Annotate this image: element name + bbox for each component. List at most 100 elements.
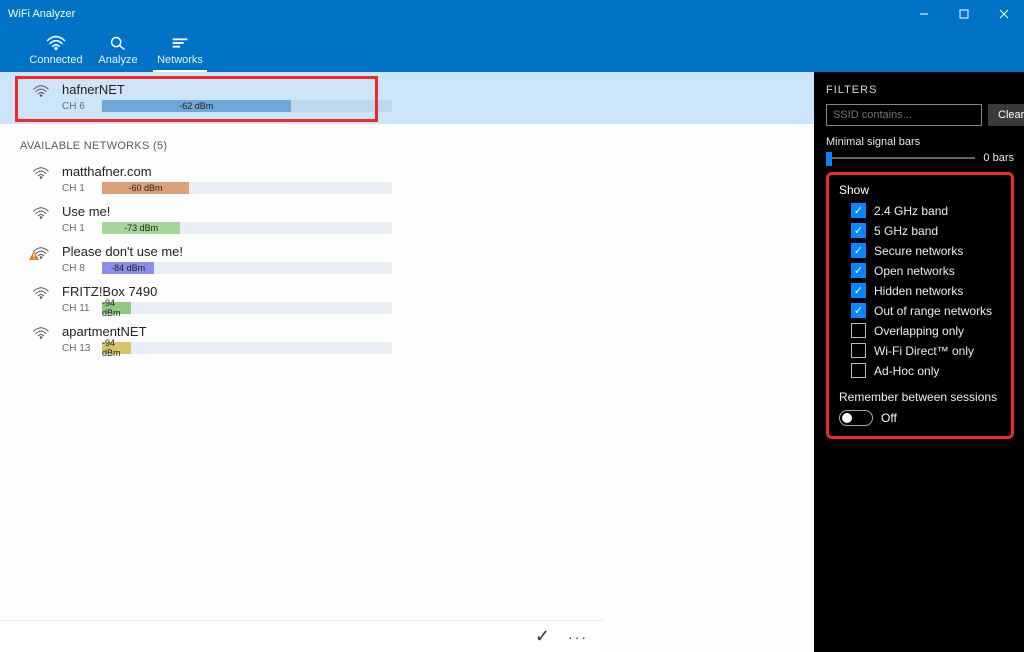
wifi-signal-icon xyxy=(32,326,54,345)
signal-value: -84 dBm xyxy=(111,263,145,273)
wifi-signal-icon xyxy=(32,206,54,225)
filter-option-label: Open networks xyxy=(874,264,955,278)
signal-bar-fill: -84 dBm xyxy=(102,262,154,274)
checkbox-icon xyxy=(851,363,866,378)
network-row[interactable]: matthafner.com CH 1 -60 dBm xyxy=(0,160,814,200)
filter-option[interactable]: ✓ Secure networks xyxy=(851,243,1005,258)
network-row[interactable]: Use me! CH 1 -73 dBm xyxy=(0,200,814,240)
main-panel: hafnerNET CH 6 -62 dBm AVAILABLE NETWORK… xyxy=(0,72,814,652)
bars-value: 0 bars xyxy=(983,152,1014,164)
filter-option-label: Overlapping only xyxy=(874,324,964,338)
filter-option-label: Ad-Hoc only xyxy=(874,364,939,378)
network-channel: CH 11 xyxy=(62,303,102,314)
signal-bar-fill: -94 dBm xyxy=(102,302,131,314)
filter-option-label: Out of range networks xyxy=(874,304,992,318)
filter-options: ✓ 2.4 GHz band ✓ 5 GHz band ✓ Secure networks… xyxy=(835,203,1005,378)
remember-label: Remember between sessions xyxy=(839,390,1005,404)
connected-network-row[interactable]: hafnerNET CH 6 -62 dBm xyxy=(0,72,814,124)
titlebar: WiFi Analyzer xyxy=(0,0,1024,28)
signal-bar-track: -84 dBm xyxy=(102,262,392,274)
app-title: WiFi Analyzer xyxy=(8,8,75,20)
ssid-filter-input[interactable] xyxy=(826,104,982,126)
network-row[interactable]: apartmentNET CH 13-94 dBm xyxy=(0,320,814,360)
network-ssid: apartmentNET xyxy=(62,324,794,339)
confirm-icon[interactable]: ✓ xyxy=(535,626,550,647)
checkbox-icon: ✓ xyxy=(851,223,866,238)
signal-bar-track: -60 dBm xyxy=(102,182,392,194)
filter-option[interactable]: ✓ Open networks xyxy=(851,263,1005,278)
signal-bar-fill: -94 dBm xyxy=(102,342,131,354)
checkbox-icon: ✓ xyxy=(851,243,866,258)
signal-value: -60 dBm xyxy=(128,183,162,193)
wifi-signal-icon xyxy=(32,166,54,185)
minimize-button[interactable] xyxy=(904,0,944,28)
network-ssid: FRITZ!Box 7490 xyxy=(62,284,794,299)
more-icon[interactable]: ··· xyxy=(568,629,588,645)
wifi-signal-icon xyxy=(32,84,54,103)
filters-panel: FILTERS Clear Minimal signal bars 0 bars… xyxy=(814,72,1024,652)
filter-option[interactable]: Ad-Hoc only xyxy=(851,363,1005,378)
signal-bar-track: -94 dBm xyxy=(102,342,392,354)
filter-option-label: Wi-Fi Direct™ only xyxy=(874,344,974,358)
checkbox-icon xyxy=(851,323,866,338)
signal-bar-track: -94 dBm xyxy=(102,302,392,314)
filter-option[interactable]: ✓Hidden networks xyxy=(851,283,1005,298)
filter-option[interactable]: ✓ 5 GHz band xyxy=(851,223,1005,238)
wifi-signal-icon xyxy=(32,286,54,305)
toggle-switch-icon xyxy=(839,410,873,426)
toggle-state: Off xyxy=(881,411,897,425)
network-row[interactable]: FRITZ!Box 7490 CH 11-94 dBm xyxy=(0,280,814,320)
signal-bar-fill: -60 dBm xyxy=(102,182,189,194)
filter-option[interactable]: Overlapping only xyxy=(851,323,1005,338)
filter-option-label: Hidden networks xyxy=(874,284,963,298)
signal-bar-track: -73 dBm xyxy=(102,222,392,234)
statusbar: ✓ ··· xyxy=(0,620,604,652)
remember-toggle[interactable]: Off xyxy=(839,410,1005,426)
signal-bar-fill: -62 dBm xyxy=(102,100,291,112)
network-channel: CH 1 xyxy=(62,183,102,194)
network-channel: CH 13 xyxy=(62,343,102,354)
signal-bar-fill: -73 dBm xyxy=(102,222,180,234)
network-channel: CH 1 xyxy=(62,223,102,234)
maximize-button[interactable] xyxy=(944,0,984,28)
tab-analyze[interactable]: Analyze xyxy=(87,35,149,72)
checkbox-icon xyxy=(851,343,866,358)
close-button[interactable] xyxy=(984,0,1024,28)
list-icon xyxy=(169,35,191,51)
signal-value: -62 dBm xyxy=(179,101,213,111)
clear-button[interactable]: Clear xyxy=(988,104,1024,126)
signal-value: -94 dBm xyxy=(102,298,131,318)
signal-bar-track: -62 dBm xyxy=(102,100,392,112)
checkbox-icon: ✓ xyxy=(851,203,866,218)
filter-option[interactable]: Wi-Fi Direct™ only xyxy=(851,343,1005,358)
filters-title: FILTERS xyxy=(826,84,1014,96)
tab-connected[interactable]: Connected xyxy=(25,35,87,72)
connected-ssid: hafnerNET xyxy=(62,82,794,97)
available-header: AVAILABLE NETWORKS (5) xyxy=(0,124,814,160)
network-ssid: matthafner.com xyxy=(62,164,794,179)
filter-option[interactable]: ✓ 2.4 GHz band xyxy=(851,203,1005,218)
signal-value: -73 dBm xyxy=(124,223,158,233)
navbar: Connected Analyze Networks xyxy=(0,28,1024,72)
checkbox-icon: ✓ xyxy=(851,303,866,318)
tab-networks[interactable]: Networks xyxy=(149,35,211,72)
network-channel: CH 8 xyxy=(62,263,102,274)
show-heading: Show xyxy=(839,183,1005,197)
filter-option-label: 2.4 GHz band xyxy=(874,204,948,218)
network-list: matthafner.com CH 1 -60 dBm Use me! CH 1 -73 … xyxy=(0,160,814,360)
signal-value: -94 dBm xyxy=(102,338,131,358)
tab-analyze-label: Analyze xyxy=(98,54,137,66)
show-group-highlight: Show ✓ 2.4 GHz band ✓ 5 GHz band ✓ Secure net… xyxy=(826,172,1014,439)
filter-option-label: 5 GHz band xyxy=(874,224,938,238)
tab-networks-label: Networks xyxy=(157,54,203,66)
network-ssid: Please don't use me! xyxy=(62,244,794,259)
checkbox-icon: ✓ xyxy=(851,263,866,278)
wifi-signal-icon xyxy=(32,246,54,265)
wifi-icon xyxy=(45,35,67,51)
min-signal-slider[interactable] xyxy=(826,157,975,159)
filter-option-label: Secure networks xyxy=(874,244,963,258)
tab-connected-label: Connected xyxy=(29,54,82,66)
network-row[interactable]: Please don't use me! CH 8 -84 dBm xyxy=(0,240,814,280)
network-ssid: Use me! xyxy=(62,204,794,219)
filter-option[interactable]: ✓ Out of range networks xyxy=(851,303,1005,318)
